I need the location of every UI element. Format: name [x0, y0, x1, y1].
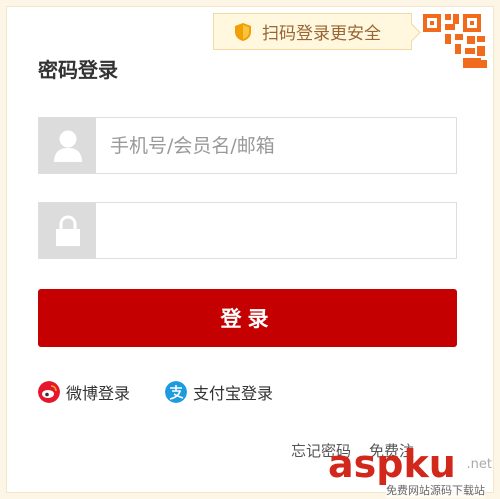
alipay-icon	[165, 381, 187, 403]
qr-tip-text: 扫码登录更安全	[262, 24, 381, 44]
qr-code-icon[interactable]	[415, 10, 491, 72]
login-page: 扫码登录更安全 密码登录 手机号/会员名/邮箱 登录 微博登录 支付宝登录 忘记…	[0, 0, 500, 499]
watermark-net-text: .net	[466, 457, 492, 472]
lock-icon	[55, 214, 80, 246]
site-watermark: aspku .net 免费网站源码下载站	[328, 442, 498, 498]
login-button[interactable]: 登录	[38, 289, 457, 347]
password-field	[38, 202, 457, 259]
weibo-login-link[interactable]: 微博登录	[38, 380, 130, 404]
weibo-login-label: 微博登录	[66, 384, 131, 403]
user-icon-box	[39, 118, 96, 173]
weibo-icon	[38, 381, 60, 403]
qr-login-tip[interactable]: 扫码登录更安全	[213, 13, 412, 50]
login-title: 密码登录	[38, 58, 118, 82]
username-input[interactable]	[96, 118, 456, 173]
lock-icon-box	[39, 203, 96, 258]
watermark-subtitle: 免费网站源码下载站	[386, 482, 485, 498]
shield-icon	[235, 22, 251, 41]
username-field	[38, 117, 457, 174]
alipay-login-label: 支付宝登录	[193, 384, 274, 403]
user-icon	[53, 130, 82, 162]
watermark-logo-text: aspku	[328, 442, 456, 486]
password-input[interactable]	[96, 203, 456, 258]
alipay-login-link[interactable]: 支付宝登录	[165, 380, 273, 404]
